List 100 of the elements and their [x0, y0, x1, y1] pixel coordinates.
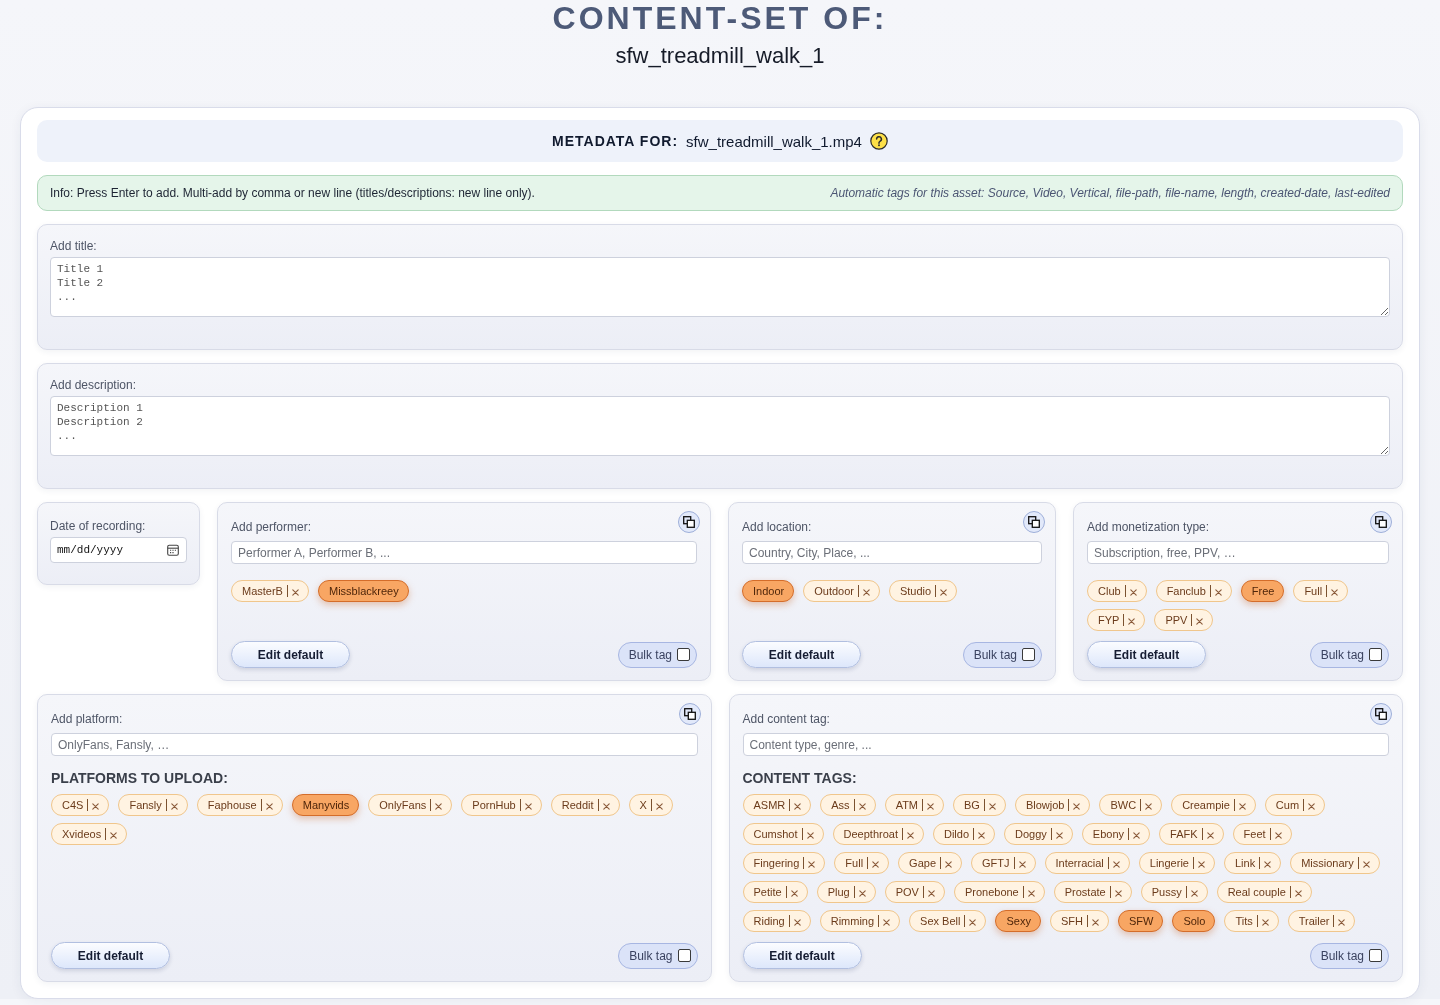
tag-chip[interactable]: Sexy: [995, 910, 1041, 932]
remove-button[interactable]: [1027, 889, 1035, 897]
tag-chip[interactable]: Studio: [888, 580, 958, 602]
remove-button[interactable]: [1091, 918, 1099, 926]
remove-button[interactable]: [1112, 860, 1120, 868]
tag-chip[interactable]: GFTJ: [971, 852, 1036, 874]
tag-chip[interactable]: SFW: [1117, 910, 1164, 932]
duplicate-button[interactable]: [1370, 703, 1392, 725]
tag-chip[interactable]: Blowjob: [1014, 794, 1091, 816]
remove-button[interactable]: [1145, 802, 1153, 810]
text-area-field[interactable]: Title 1 Title 2 ...: [50, 257, 1390, 317]
tag-chip[interactable]: Deepthroat: [832, 823, 924, 845]
tag-chip[interactable]: ASMR: [742, 794, 812, 816]
tag-input[interactable]: Subscription, free, PPV, …: [1087, 541, 1389, 564]
remove-button[interactable]: [1331, 588, 1339, 596]
remove-button[interactable]: [265, 802, 273, 810]
tag-chip[interactable]: ATM: [884, 794, 945, 816]
tag-chip[interactable]: Sex Bell: [909, 910, 987, 932]
tag-chip[interactable]: Ebony: [1081, 823, 1151, 845]
remove-button[interactable]: [858, 889, 866, 897]
edit-default-button[interactable]: Edit default: [1087, 641, 1206, 668]
remove-button[interactable]: [940, 588, 948, 596]
tag-chip[interactable]: FYP: [1087, 609, 1146, 631]
tag-chip[interactable]: Doggy: [1004, 823, 1073, 845]
tag-chip[interactable]: Plug: [816, 881, 876, 903]
tag-chip[interactable]: Tits: [1224, 910, 1279, 932]
tag-chip[interactable]: BG: [953, 794, 1006, 816]
remove-button[interactable]: [808, 860, 816, 868]
tag-chip[interactable]: MasterB: [231, 580, 309, 602]
remove-button[interactable]: [1197, 860, 1205, 868]
tag-chip[interactable]: Riding: [742, 910, 811, 932]
tag-chip[interactable]: SFH: [1049, 910, 1109, 932]
remove-button[interactable]: [1261, 918, 1269, 926]
tag-chip[interactable]: Rimming: [819, 910, 901, 932]
help-icon[interactable]: [869, 132, 888, 150]
tag-input[interactable]: Content type, genre, ...: [742, 733, 1389, 756]
remove-button[interactable]: [927, 802, 935, 810]
tag-chip[interactable]: Fanclub: [1155, 580, 1232, 602]
remove-button[interactable]: [1129, 588, 1137, 596]
remove-button[interactable]: [1214, 588, 1222, 596]
duplicate-button[interactable]: [1370, 511, 1392, 533]
remove-button[interactable]: [806, 831, 814, 839]
tag-chip[interactable]: Trailer: [1287, 910, 1356, 932]
tag-chip[interactable]: POV: [884, 881, 945, 903]
remove-button[interactable]: [988, 802, 996, 810]
tag-chip[interactable]: Link: [1223, 852, 1282, 874]
tag-chip[interactable]: Interracial: [1044, 852, 1130, 874]
tag-chip[interactable]: Cum: [1264, 794, 1326, 816]
calendar-icon[interactable]: [167, 544, 179, 556]
remove-button[interactable]: [1294, 889, 1302, 897]
tag-chip[interactable]: PornHub: [461, 794, 542, 816]
bulk-tag-toggle[interactable]: Bulk tag: [1309, 641, 1389, 668]
tag-chip[interactable]: Solo: [1172, 910, 1216, 932]
edit-default-button[interactable]: Edit default: [231, 641, 350, 668]
tag-chip[interactable]: BWC: [1099, 794, 1163, 816]
remove-button[interactable]: [1362, 860, 1370, 868]
tag-chip[interactable]: X: [628, 794, 673, 816]
bulk-tag-checkbox[interactable]: [1369, 648, 1382, 661]
remove-button[interactable]: [978, 831, 986, 839]
tag-chip[interactable]: Petite: [742, 881, 808, 903]
remove-button[interactable]: [872, 860, 880, 868]
tag-chip[interactable]: Cumshot: [742, 823, 824, 845]
remove-button[interactable]: [170, 802, 178, 810]
tag-chip[interactable]: Outdoor: [803, 580, 880, 602]
tag-chip[interactable]: Feet: [1232, 823, 1292, 845]
remove-button[interactable]: [794, 802, 802, 810]
duplicate-button[interactable]: [678, 703, 701, 725]
remove-button[interactable]: [291, 588, 299, 596]
remove-button[interactable]: [1196, 617, 1204, 625]
remove-button[interactable]: [927, 889, 935, 897]
bulk-tag-toggle[interactable]: Bulk tag: [962, 641, 1042, 668]
tag-chip[interactable]: Faphouse: [196, 794, 283, 816]
edit-default-button[interactable]: Edit default: [51, 942, 170, 969]
tag-chip[interactable]: Manyvids: [291, 794, 360, 816]
remove-button[interactable]: [862, 588, 870, 596]
remove-button[interactable]: [602, 802, 610, 810]
tag-chip[interactable]: Prostate: [1053, 881, 1132, 903]
remove-button[interactable]: [1190, 889, 1198, 897]
remove-button[interactable]: [1114, 889, 1122, 897]
tag-input[interactable]: OnlyFans, Fansly, …: [51, 733, 698, 756]
remove-button[interactable]: [1308, 802, 1316, 810]
bulk-tag-toggle[interactable]: Bulk tag: [617, 641, 697, 668]
remove-button[interactable]: [969, 918, 977, 926]
tag-chip[interactable]: OnlyFans: [368, 794, 453, 816]
tag-chip[interactable]: Indoor: [742, 580, 795, 602]
tag-chip[interactable]: Creampie: [1171, 794, 1256, 816]
remove-button[interactable]: [793, 918, 801, 926]
remove-button[interactable]: [906, 831, 914, 839]
remove-button[interactable]: [92, 802, 100, 810]
tag-chip[interactable]: Ass: [820, 794, 876, 816]
tag-chip[interactable]: Club: [1087, 580, 1147, 602]
bulk-tag-checkbox[interactable]: [677, 648, 690, 661]
tag-chip[interactable]: FAFK: [1159, 823, 1224, 845]
edit-default-button[interactable]: Edit default: [742, 942, 862, 969]
remove-button[interactable]: [1206, 831, 1214, 839]
remove-button[interactable]: [1264, 860, 1272, 868]
remove-button[interactable]: [1128, 617, 1136, 625]
tag-chip[interactable]: Xvideos: [51, 823, 128, 845]
remove-button[interactable]: [655, 802, 663, 810]
tag-chip[interactable]: Full: [834, 852, 890, 874]
